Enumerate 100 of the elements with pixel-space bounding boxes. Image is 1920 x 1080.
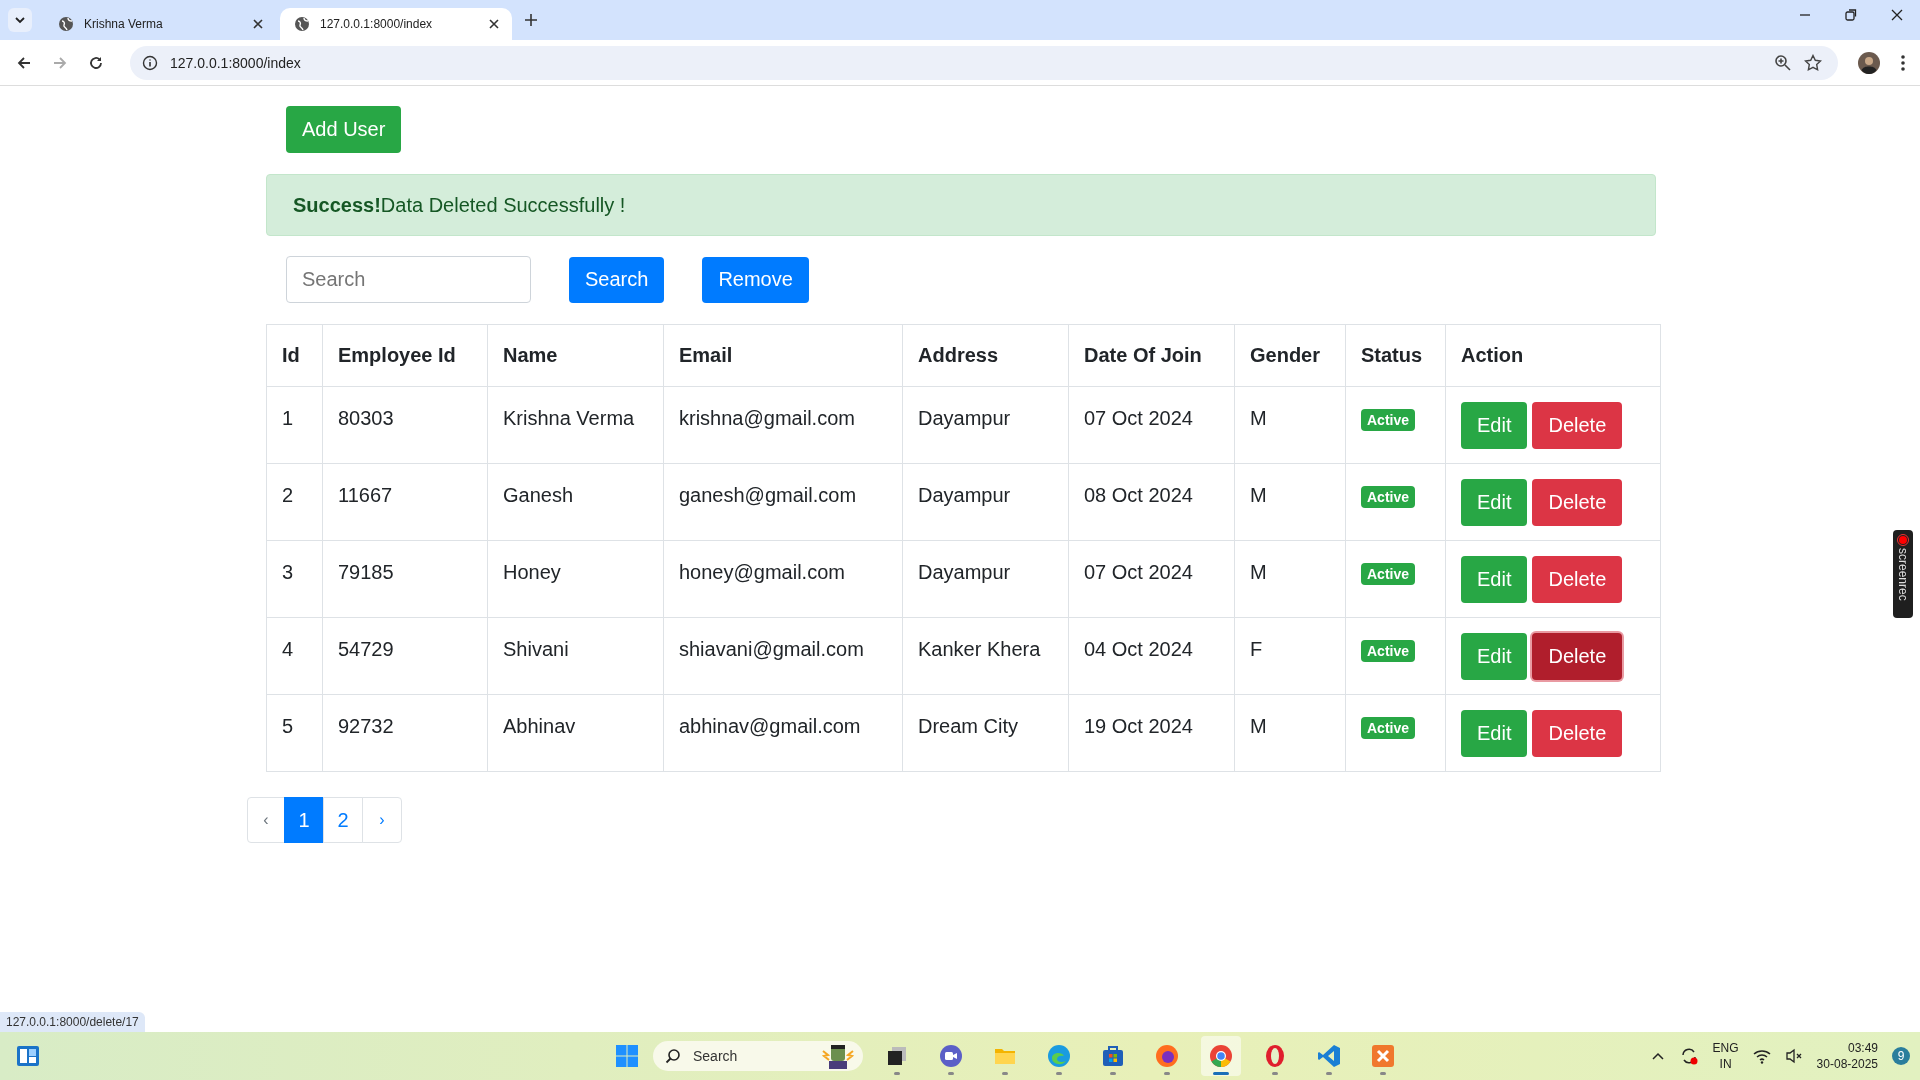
- reload-icon[interactable]: [88, 54, 104, 71]
- table-cell: M: [1234, 463, 1346, 541]
- record-dot-icon: [1897, 534, 1909, 546]
- add-user-button[interactable]: Add User: [286, 106, 402, 153]
- recorder-label: screenrec: [1896, 548, 1910, 601]
- table-cell: 4: [266, 617, 323, 695]
- zoom-in-icon[interactable]: [1774, 53, 1792, 72]
- table-cell: Dayampur: [902, 463, 1069, 541]
- column-header: Gender: [1234, 324, 1346, 387]
- taskbar-search-field[interactable]: Search: [653, 1041, 863, 1071]
- table-cell: 07 Oct 2024: [1068, 540, 1235, 618]
- table-cell: Honey: [487, 540, 664, 618]
- recorder-badge[interactable]: screenrec: [1893, 530, 1913, 618]
- address-bar[interactable]: 127.0.0.1:8000/index: [130, 45, 1838, 80]
- status-badge: Active: [1361, 717, 1416, 739]
- table-cell: 07 Oct 2024: [1068, 386, 1235, 464]
- edit-button[interactable]: Edit: [1461, 710, 1528, 757]
- table-cell: Abhinav: [487, 694, 664, 772]
- table-cell: Kanker Khera: [902, 617, 1069, 695]
- table-cell: honey@gmail.com: [663, 540, 903, 618]
- windows-start-icon[interactable]: [615, 1044, 639, 1068]
- search-button[interactable]: Search: [569, 256, 665, 303]
- back-arrow-icon[interactable]: [16, 54, 32, 71]
- fox-globe-icon: [1155, 1044, 1179, 1068]
- ring-o-icon: [1263, 1044, 1287, 1068]
- delete-button[interactable]: Delete: [1532, 402, 1623, 449]
- video-chat-icon: [939, 1044, 963, 1068]
- table-cell: 5: [266, 694, 323, 772]
- code-editor-icon: [1317, 1044, 1341, 1068]
- close-icon[interactable]: [488, 18, 500, 30]
- table-cell: krishna@gmail.com: [663, 386, 903, 464]
- notification-count[interactable]: 9: [1892, 1047, 1910, 1065]
- star-icon[interactable]: [1804, 53, 1822, 72]
- speaker-muted-icon[interactable]: [1784, 1048, 1803, 1064]
- page-button[interactable]: 2: [323, 797, 363, 843]
- new-tab-icon[interactable]: [524, 13, 538, 27]
- table-cell: 19 Oct 2024: [1068, 694, 1235, 772]
- table-cell: shiavani@gmail.com: [663, 617, 903, 695]
- status-badge: Active: [1361, 640, 1416, 662]
- wifi-icon[interactable]: [1752, 1048, 1771, 1064]
- chrome-browser-icon: [1209, 1044, 1233, 1068]
- table-cell: M: [1234, 540, 1346, 618]
- table-cell: 1: [266, 386, 323, 464]
- table-cell: abhinav@gmail.com: [663, 694, 903, 772]
- table-cell: F: [1234, 617, 1346, 695]
- column-header: Action: [1445, 324, 1661, 387]
- app-tile-icon: [1371, 1044, 1395, 1068]
- tab-title: 127.0.0.1:8000/index: [320, 17, 434, 31]
- browser-tab[interactable]: 127.0.0.1:8000/index: [280, 8, 512, 40]
- region-code: IN: [1719, 1056, 1732, 1072]
- edit-button[interactable]: Edit: [1461, 479, 1528, 526]
- column-header: Email: [663, 324, 903, 387]
- widgets-icon[interactable]: [16, 1045, 40, 1067]
- tab-search-button[interactable]: [8, 8, 32, 32]
- address-url: 127.0.0.1:8000/index: [170, 54, 301, 71]
- browser-swirl-icon: [1047, 1044, 1071, 1068]
- search-icon: [665, 1048, 681, 1064]
- delete-button[interactable]: Delete: [1532, 633, 1623, 680]
- chevron-down-icon: [14, 14, 26, 26]
- delete-button[interactable]: Delete: [1532, 710, 1623, 757]
- remove-button[interactable]: Remove: [702, 256, 809, 303]
- table-cell: 92732: [322, 694, 488, 772]
- edit-button[interactable]: Edit: [1461, 633, 1528, 680]
- delete-button[interactable]: Delete: [1532, 479, 1623, 526]
- table-cell: 3: [266, 540, 323, 618]
- window-stack-icon: [885, 1044, 909, 1068]
- alert-message: Success!Data Deleted Successfully !: [293, 193, 626, 217]
- column-header: Date Of Join: [1068, 324, 1235, 387]
- status-badge: Active: [1361, 563, 1416, 585]
- info-icon: [142, 54, 158, 71]
- column-header: Name: [487, 324, 664, 387]
- table-cell: 79185: [322, 540, 488, 618]
- next-page-button[interactable]: ›: [362, 797, 402, 843]
- close-icon[interactable]: [252, 18, 264, 30]
- edit-button[interactable]: Edit: [1461, 402, 1528, 449]
- table-cell: 04 Oct 2024: [1068, 617, 1235, 695]
- clock[interactable]: 03:49 30-08-2025: [1816, 1040, 1878, 1072]
- previous-page-button[interactable]: ‹: [247, 797, 285, 843]
- clock-time: 03:49: [1847, 1040, 1878, 1056]
- table-cell: 08 Oct 2024: [1068, 463, 1235, 541]
- delete-button[interactable]: Delete: [1532, 556, 1623, 603]
- table-cell: M: [1234, 386, 1346, 464]
- language-indicator[interactable]: ENG IN: [1712, 1040, 1739, 1072]
- table-cell: Dayampur: [902, 540, 1069, 618]
- table-cell: ganesh@gmail.com: [663, 463, 903, 541]
- browser-tab[interactable]: Krishna Verma: [44, 8, 276, 40]
- tab-title: Krishna Verma: [84, 17, 164, 31]
- column-header: Id: [266, 324, 323, 387]
- table-cell: M: [1234, 694, 1346, 772]
- profile-avatar-icon[interactable]: [1858, 51, 1880, 74]
- edit-button[interactable]: Edit: [1461, 556, 1528, 603]
- status-badge: Active: [1361, 486, 1416, 508]
- table-cell: 54729: [322, 617, 488, 695]
- more-menu-icon[interactable]: [1900, 53, 1906, 72]
- column-header: Employee Id: [322, 324, 488, 387]
- search-field[interactable]: Search: [286, 256, 531, 303]
- page-button[interactable]: 1: [284, 797, 324, 843]
- table-cell: 80303: [322, 386, 488, 464]
- close-icon[interactable]: [1890, 8, 1904, 22]
- restore-icon[interactable]: [1844, 8, 1858, 22]
